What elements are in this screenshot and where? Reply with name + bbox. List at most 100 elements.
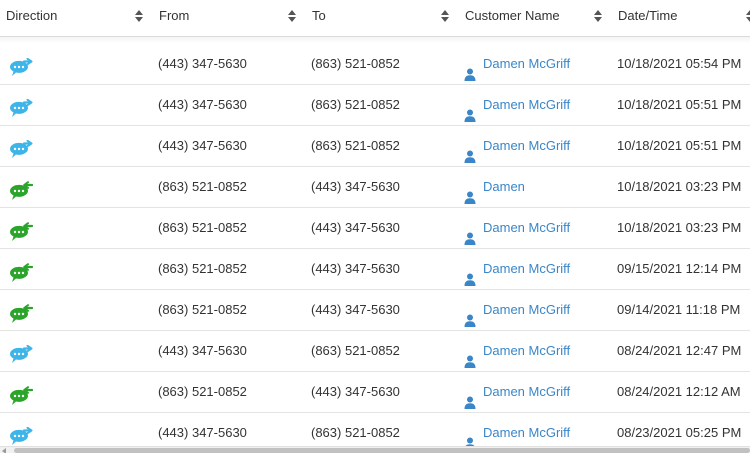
cell-date-time: 10/18/2021 05:51 PM xyxy=(617,97,742,112)
cell-from: (863) 521-0852 xyxy=(158,302,247,317)
cell-date-time: 10/18/2021 05:54 PM xyxy=(617,56,742,71)
person-icon xyxy=(464,385,476,409)
cell-to: (443) 347-5630 xyxy=(311,302,400,317)
cell-date-time: 09/14/2021 11:18 PM xyxy=(617,302,741,317)
cell-date-time: 10/18/2021 03:23 PM xyxy=(617,179,742,194)
outbound-message-icon xyxy=(9,136,33,158)
cell-date-time: 10/18/2021 03:23 PM xyxy=(617,220,742,235)
cell-customer-name: Damen McGriff xyxy=(464,372,614,412)
customer-name-link[interactable]: Damen McGriff xyxy=(483,44,570,84)
table-row[interactable]: (863) 521-0852 (443) 347-5630 Damen McGrif… xyxy=(0,248,750,289)
person-icon xyxy=(464,98,476,122)
cell-direction xyxy=(0,208,150,248)
column-label-direction: Direction xyxy=(6,8,58,23)
grid-header: Direction From To Customer Name Date/Tim… xyxy=(0,0,750,37)
cell-from: (863) 521-0852 xyxy=(158,384,247,399)
cell-direction xyxy=(0,249,150,289)
table-row[interactable]: (863) 521-0852 (443) 347-5630 Damen McGrif… xyxy=(0,371,750,412)
table-row[interactable]: (863) 521-0852 (443) 347-5630 Damen 10/18/2… xyxy=(0,166,750,207)
cell-direction xyxy=(0,44,150,84)
sort-icon[interactable] xyxy=(441,10,449,22)
scroll-left-arrow-icon[interactable] xyxy=(2,448,6,453)
customer-name-link[interactable]: Damen McGriff xyxy=(483,290,570,330)
cell-to: (443) 347-5630 xyxy=(311,220,400,235)
person-icon xyxy=(464,426,476,450)
cell-date-time: 08/24/2021 12:47 PM xyxy=(617,343,742,358)
cell-to: (863) 521-0852 xyxy=(311,138,400,153)
cell-from: (443) 347-5630 xyxy=(158,138,247,153)
grid-body: (443) 347-5630 (863) 521-0852 Damen McGrif… xyxy=(0,44,750,453)
cell-customer-name: Damen McGriff xyxy=(464,208,614,248)
customer-name-link[interactable]: Damen xyxy=(483,167,525,207)
cell-to: (443) 347-5630 xyxy=(311,261,400,276)
inbound-message-icon xyxy=(9,177,34,200)
cell-customer-name: Damen xyxy=(464,167,614,207)
outbound-message-icon xyxy=(9,95,33,117)
table-row[interactable]: (443) 347-5630 (863) 521-0852 Damen McGrif… xyxy=(0,44,750,84)
inbound-message-icon xyxy=(9,218,34,241)
cell-to: (443) 347-5630 xyxy=(311,179,400,194)
cell-from: (863) 521-0852 xyxy=(158,179,247,194)
cell-date-time: 09/15/2021 12:14 PM xyxy=(617,261,742,276)
inbound-message-icon xyxy=(9,259,34,282)
sort-icon[interactable] xyxy=(746,10,750,22)
column-header-customer-name[interactable]: Customer Name xyxy=(465,0,611,36)
sort-icon[interactable] xyxy=(594,10,602,22)
cell-date-time: 10/18/2021 05:51 PM xyxy=(617,138,742,153)
outbound-message-icon xyxy=(9,54,33,76)
cell-direction xyxy=(0,85,150,125)
column-header-date-time[interactable]: Date/Time xyxy=(618,0,750,36)
cell-from: (443) 347-5630 xyxy=(158,343,247,358)
cell-customer-name: Damen McGriff xyxy=(464,331,614,371)
column-header-from[interactable]: From xyxy=(159,0,305,36)
column-header-direction[interactable]: Direction xyxy=(6,0,152,36)
table-row[interactable]: (443) 347-5630 (863) 521-0852 Damen McGrif… xyxy=(0,84,750,125)
customer-name-link[interactable]: Damen McGriff xyxy=(483,249,570,289)
customer-name-link[interactable]: Damen McGriff xyxy=(483,331,570,371)
person-icon xyxy=(464,180,476,204)
messages-grid: Direction From To Customer Name Date/Tim… xyxy=(0,0,750,453)
customer-name-link[interactable]: Damen McGriff xyxy=(483,126,570,166)
person-icon xyxy=(464,262,476,286)
cell-date-time: 08/24/2021 12:12 AM xyxy=(617,384,741,399)
cell-from: (443) 347-5630 xyxy=(158,97,247,112)
sort-icon[interactable] xyxy=(288,10,296,22)
table-row[interactable]: (443) 347-5630 (863) 521-0852 Damen McGrif… xyxy=(0,125,750,166)
cell-to: (863) 521-0852 xyxy=(311,343,400,358)
cell-direction xyxy=(0,126,150,166)
customer-name-link[interactable]: Damen McGriff xyxy=(483,372,570,412)
cell-customer-name: Damen McGriff xyxy=(464,290,614,330)
cell-direction xyxy=(0,167,150,207)
person-icon xyxy=(464,344,476,368)
outbound-message-icon xyxy=(9,341,33,363)
column-label-to: To xyxy=(312,8,326,23)
customer-name-link[interactable]: Damen McGriff xyxy=(483,208,570,248)
cell-to: (863) 521-0852 xyxy=(311,56,400,71)
column-label-customer-name: Customer Name xyxy=(465,8,560,23)
table-row[interactable]: (863) 521-0852 (443) 347-5630 Damen McGrif… xyxy=(0,289,750,330)
cell-to: (863) 521-0852 xyxy=(311,97,400,112)
column-header-to[interactable]: To xyxy=(312,0,458,36)
cell-to: (443) 347-5630 xyxy=(311,384,400,399)
customer-name-link[interactable]: Damen McGriff xyxy=(483,85,570,125)
person-icon xyxy=(464,57,476,81)
cell-direction xyxy=(0,372,150,412)
cell-from: (863) 521-0852 xyxy=(158,220,247,235)
table-row[interactable]: (443) 347-5630 (863) 521-0852 Damen McGrif… xyxy=(0,330,750,371)
header-separator xyxy=(0,37,750,43)
cell-customer-name: Damen McGriff xyxy=(464,85,614,125)
horizontal-scrollbar[interactable] xyxy=(0,446,750,453)
person-icon xyxy=(464,303,476,327)
sort-icon[interactable] xyxy=(135,10,143,22)
cell-from: (443) 347-5630 xyxy=(158,56,247,71)
cell-from: (863) 521-0852 xyxy=(158,261,247,276)
person-icon xyxy=(464,139,476,163)
scrollbar-thumb[interactable] xyxy=(14,448,750,453)
outbound-message-icon xyxy=(9,423,33,445)
table-row[interactable]: (863) 521-0852 (443) 347-5630 Damen McGrif… xyxy=(0,207,750,248)
inbound-message-icon xyxy=(9,300,34,323)
cell-direction xyxy=(0,331,150,371)
cell-customer-name: Damen McGriff xyxy=(464,126,614,166)
cell-customer-name: Damen McGriff xyxy=(464,249,614,289)
person-icon xyxy=(464,221,476,245)
